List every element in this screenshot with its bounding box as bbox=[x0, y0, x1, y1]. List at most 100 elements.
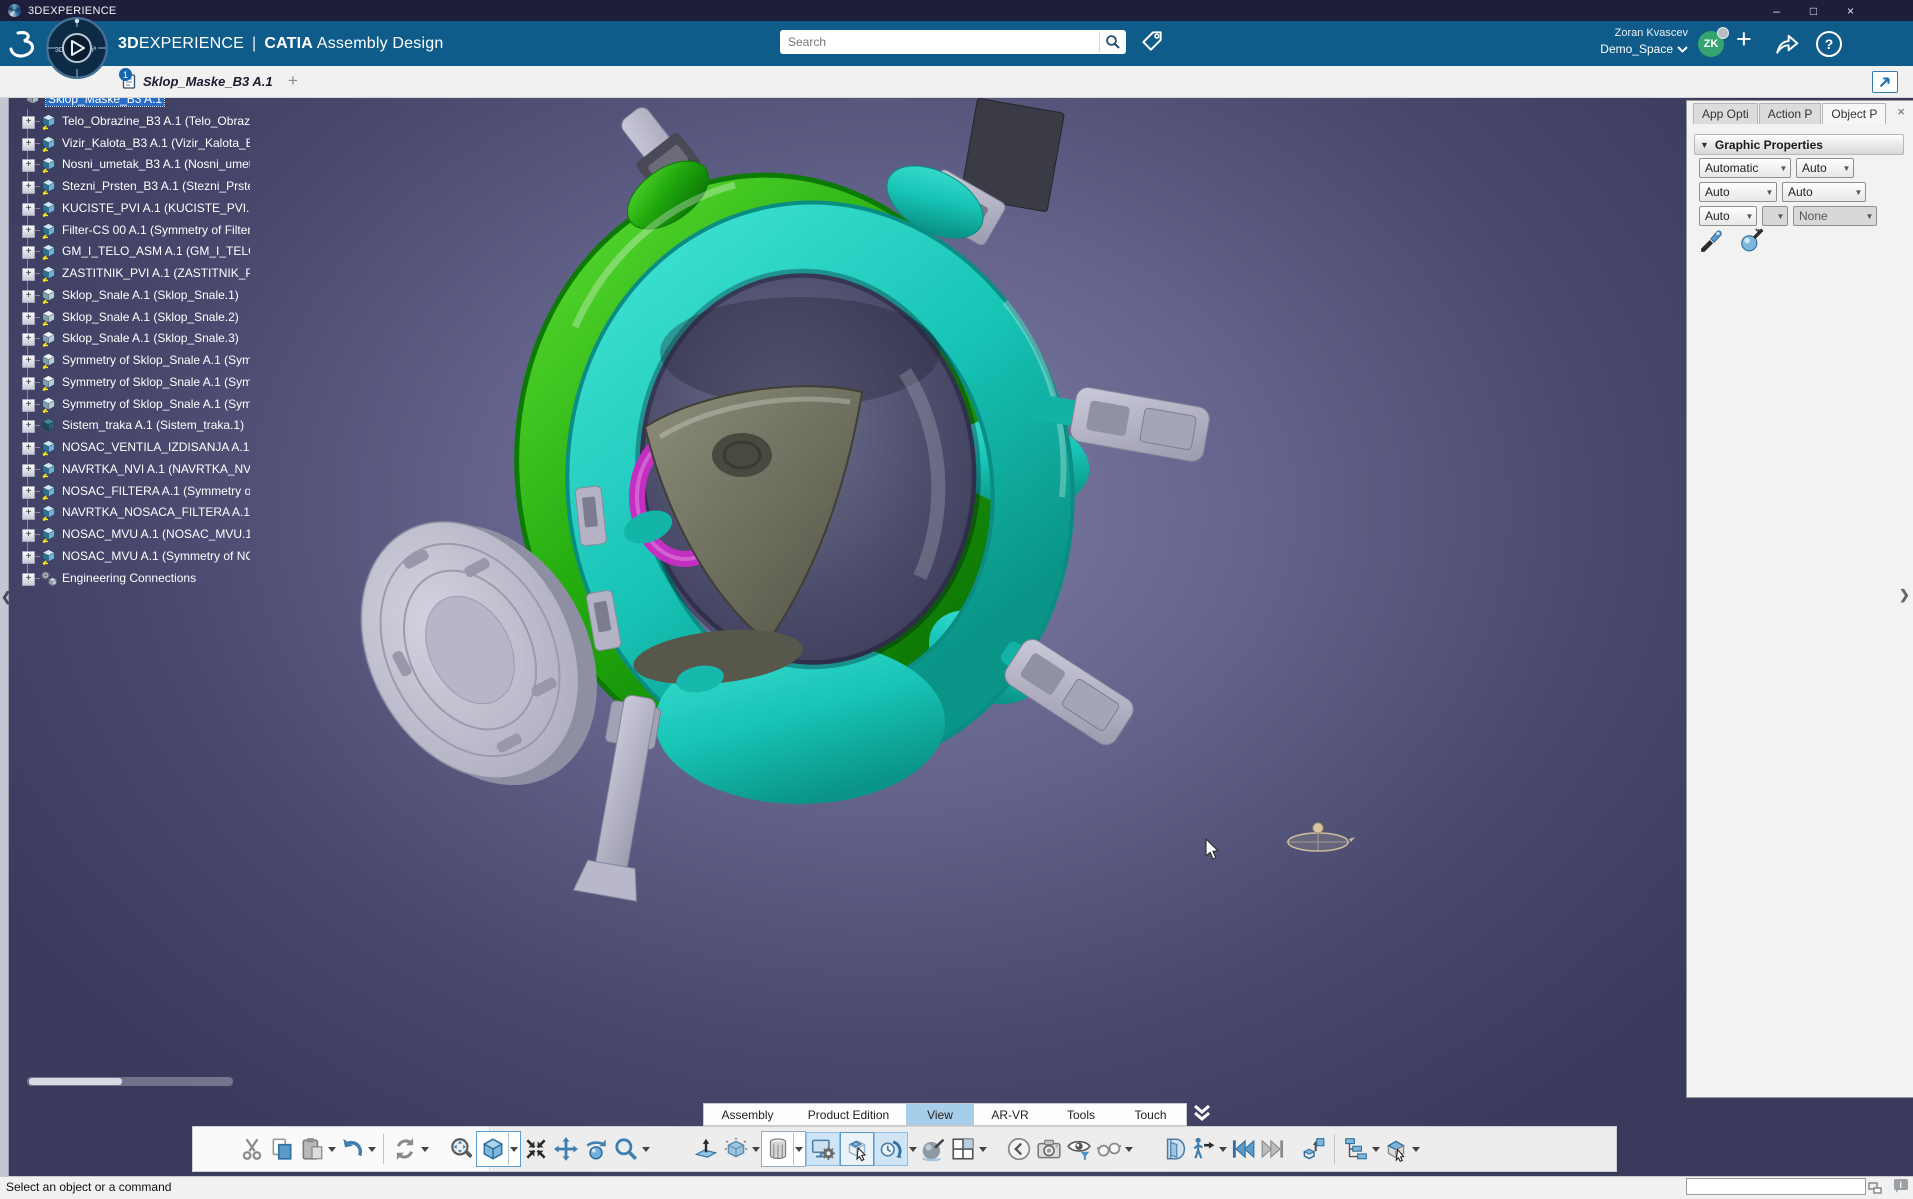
view-cube-button[interactable] bbox=[1381, 1134, 1411, 1164]
graphic-properties-header[interactable]: ▼ Graphic Properties bbox=[1694, 134, 1904, 155]
tree-item-label[interactable]: Symmetry of Sklop_Snale A.1 (Symme bbox=[62, 353, 250, 367]
tree-item-label[interactable]: NAVRTKA_NVI A.1 (NAVRTKA_NVI.1) bbox=[62, 462, 250, 476]
tree-item[interactable]: +NOSAC_VENTILA_IZDISANJA A.1 (NC bbox=[14, 437, 256, 459]
tree-item[interactable]: + Sistem_traka A.1 (Sistem_traka.1) bbox=[14, 415, 256, 437]
expand-plus-icon[interactable]: + bbox=[22, 399, 35, 412]
tree-item[interactable]: +NOSAC_FILTERA A.1 (Symmetry of N bbox=[14, 481, 256, 503]
avatar-walk-caret-icon[interactable] bbox=[1218, 1147, 1228, 1152]
turntable-play-button[interactable] bbox=[874, 1132, 908, 1166]
expand-plus-icon[interactable]: + bbox=[22, 290, 35, 303]
tree-item-label[interactable]: Nosni_umetak_B3 A.1 (Nosni_umetak bbox=[62, 157, 250, 171]
turntable-play-caret-icon[interactable] bbox=[908, 1147, 918, 1152]
tree-item-label[interactable]: ZASTITNIK_PVI A.1 (ZASTITNIK_PVI.1 bbox=[62, 266, 250, 280]
tree-item[interactable]: +Sklop_Snale A.1 (Sklop_Snale.3) bbox=[14, 328, 256, 350]
split-view-button[interactable] bbox=[948, 1134, 978, 1164]
rewind-button[interactable] bbox=[1228, 1134, 1258, 1164]
expand-plus-icon[interactable]: + bbox=[22, 138, 35, 151]
tree-item-label[interactable]: KUCISTE_PVI A.1 (KUCISTE_PVI.1) bbox=[62, 201, 250, 215]
tree-item[interactable]: + Symmetry of Sklop_Snale A.1 (Symme bbox=[14, 394, 256, 416]
rotate-button[interactable] bbox=[581, 1134, 611, 1164]
search-input[interactable] bbox=[780, 35, 1099, 49]
command-input[interactable] bbox=[1686, 1178, 1866, 1195]
material-edit-button[interactable] bbox=[918, 1134, 948, 1164]
ribbon-tab-tools[interactable]: Tools bbox=[1046, 1104, 1116, 1125]
close-button[interactable]: × bbox=[1832, 0, 1869, 21]
tree-item-label[interactable]: Symmetry of Sklop_Snale A.1 (Symme bbox=[62, 397, 250, 411]
tree-item-label[interactable]: Filter-CS 00 A.1 (Symmetry of Filter-C bbox=[62, 223, 250, 237]
expand-plus-icon[interactable]: + bbox=[22, 507, 35, 520]
tree-panel-edge[interactable] bbox=[0, 97, 9, 1176]
tree-horizontal-scrollbar[interactable] bbox=[27, 1077, 233, 1086]
expand-plus-icon[interactable]: + bbox=[22, 420, 35, 433]
share-icon[interactable] bbox=[1774, 31, 1800, 57]
expand-plus-icon[interactable]: + bbox=[22, 268, 35, 281]
tree-item-label[interactable]: GM_I_TELO_ASM A.1 (GM_I_TELO_A bbox=[62, 244, 250, 258]
expand-plus-icon[interactable]: + bbox=[22, 355, 35, 368]
undo-caret-icon[interactable] bbox=[367, 1147, 377, 1152]
tree-item-label[interactable]: Sistem_traka A.1 (Sistem_traka.1) bbox=[62, 418, 244, 432]
auto-dropdown[interactable]: Auto▼ bbox=[1796, 158, 1854, 178]
ribbon-tab-ar-vr[interactable]: AR-VR bbox=[974, 1104, 1046, 1125]
design-tree-button[interactable] bbox=[1341, 1134, 1371, 1164]
undo-button[interactable] bbox=[337, 1134, 367, 1164]
fast-forward-button[interactable] bbox=[1258, 1134, 1288, 1164]
clip-left-upper[interactable] bbox=[575, 486, 607, 546]
capture-button[interactable] bbox=[1034, 1134, 1064, 1164]
tag-icon[interactable] bbox=[1139, 28, 1165, 54]
tree-item-label[interactable]: NAVRTKA_NOSACA_FILTERA A.1 (Syr bbox=[62, 505, 250, 519]
iso-view-caret-icon[interactable] bbox=[508, 1133, 519, 1165]
tree-item[interactable]: +Sklop_Snale A.1 (Sklop_Snale.2) bbox=[14, 307, 256, 329]
fit-all-button[interactable] bbox=[446, 1134, 476, 1164]
ribbon-tab-assembly[interactable]: Assembly bbox=[704, 1104, 791, 1125]
minimize-button[interactable]: – bbox=[1758, 0, 1795, 21]
auto-dropdown[interactable]: Auto▼ bbox=[1699, 206, 1757, 226]
tree-item[interactable]: +Symmetry of Sklop_Snale A.1 (Symme bbox=[14, 372, 256, 394]
tree-item-label[interactable]: NOSAC_VENTILA_IZDISANJA A.1 (NC bbox=[62, 440, 250, 454]
magic-wand-icon[interactable] bbox=[1739, 227, 1765, 253]
tree-item[interactable]: +NOSAC_MVU A.1 (Symmetry of NOS bbox=[14, 546, 256, 568]
zoom-button[interactable] bbox=[611, 1134, 641, 1164]
visualization-settings-button[interactable] bbox=[806, 1132, 840, 1166]
tree-item[interactable]: +Nosni_umetak_B3 A.1 (Nosni_umetak bbox=[14, 154, 256, 176]
expand-plus-icon[interactable]: + bbox=[22, 246, 35, 259]
fullscreen-toggle-button[interactable] bbox=[1872, 71, 1898, 93]
panel-tab-action-p[interactable]: Action P bbox=[1759, 103, 1822, 124]
search-icon[interactable] bbox=[1099, 32, 1126, 52]
tree-item-label[interactable]: Stezni_Prsten_B3 A.1 (Stezni_Prsten_E bbox=[62, 179, 250, 193]
expand-plus-icon[interactable]: + bbox=[22, 203, 35, 216]
update-button[interactable] bbox=[390, 1134, 420, 1164]
panel-tab-app-opti[interactable]: App Opti bbox=[1693, 103, 1758, 124]
tree-item[interactable]: + NAVRTKA_NOSACA_FILTERA A.1 (Syr bbox=[14, 502, 256, 524]
new-tab-button[interactable]: + bbox=[288, 71, 298, 91]
hide-show-button[interactable] bbox=[1064, 1134, 1094, 1164]
restore-panels-icon[interactable] bbox=[1868, 1181, 1882, 1199]
avatar-walk-button[interactable] bbox=[1188, 1134, 1218, 1164]
glasses-button[interactable] bbox=[1094, 1134, 1124, 1164]
tree-item[interactable]: +NOSAC_MVU A.1 (NOSAC_MVU.1) bbox=[14, 524, 256, 546]
glasses-caret-icon[interactable] bbox=[1124, 1147, 1134, 1152]
tree-item[interactable]: +Engineering Connections bbox=[14, 568, 256, 590]
paste-caret-icon[interactable] bbox=[327, 1147, 337, 1152]
restore-view-button[interactable] bbox=[1298, 1134, 1328, 1164]
view-cube-caret-icon[interactable] bbox=[1411, 1147, 1421, 1152]
help-button[interactable]: ? bbox=[1816, 31, 1842, 57]
painter-icon[interactable] bbox=[1699, 227, 1725, 253]
walkthrough-button[interactable] bbox=[1158, 1134, 1188, 1164]
iso-view-button[interactable] bbox=[478, 1134, 508, 1164]
collapse-right-icon[interactable]: ❯ bbox=[1898, 581, 1911, 609]
panel-tab-object-p[interactable]: Object P bbox=[1822, 103, 1886, 124]
iso-view-group[interactable] bbox=[476, 1131, 521, 1167]
expand-plus-icon[interactable]: + bbox=[22, 551, 35, 564]
none-dropdown[interactable]: None▼ bbox=[1793, 206, 1877, 226]
normal-view-button[interactable] bbox=[691, 1134, 721, 1164]
collab-space-selector[interactable]: Demo_Space bbox=[1600, 42, 1688, 57]
tree-item[interactable]: +Stezni_Prsten_B3 A.1 (Stezni_Prsten_E bbox=[14, 176, 256, 198]
auto-dropdown[interactable]: Auto▼ bbox=[1699, 182, 1777, 202]
expand-plus-icon[interactable]: + bbox=[22, 116, 35, 129]
center-all-button[interactable] bbox=[521, 1134, 551, 1164]
render-style-group[interactable] bbox=[761, 1131, 806, 1167]
nav-previous-circle-button[interactable] bbox=[1004, 1134, 1034, 1164]
zoom-caret-icon[interactable] bbox=[641, 1147, 651, 1152]
pan-button[interactable] bbox=[551, 1134, 581, 1164]
tree-item[interactable]: + Symmetry of Sklop_Snale A.1 (Symme bbox=[14, 350, 256, 372]
